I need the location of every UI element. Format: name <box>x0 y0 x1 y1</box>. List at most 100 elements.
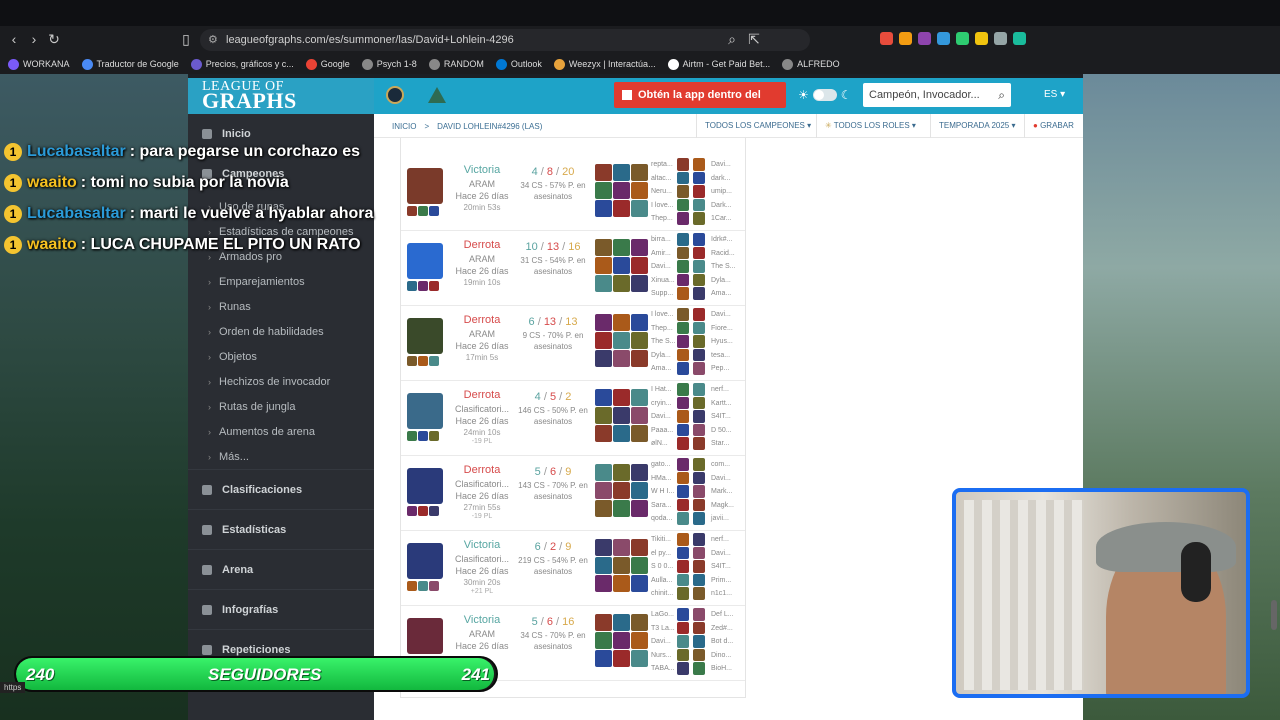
champion-icon[interactable] <box>693 171 705 185</box>
item-icon[interactable] <box>613 239 630 256</box>
extension-icon[interactable] <box>937 32 950 45</box>
player-name[interactable]: Mark... <box>711 485 745 499</box>
item-icon[interactable] <box>613 500 630 517</box>
player-name[interactable]: The S... <box>651 335 681 349</box>
item-icon[interactable] <box>631 539 648 556</box>
item-icon[interactable] <box>613 350 630 367</box>
sidebar-subitem[interactable]: › Más... <box>188 444 374 469</box>
player-name[interactable]: S4IT... <box>711 560 745 574</box>
champion-icon[interactable] <box>693 321 705 335</box>
player-name[interactable]: qoda... <box>651 512 681 526</box>
item-icon[interactable] <box>595 500 612 517</box>
champion-icon[interactable] <box>693 458 705 471</box>
match-row[interactable]: Derrota ARAM Hace 26 días 19min 10s 10 / 13 … <box>401 231 745 306</box>
champion-icon[interactable] <box>693 396 705 410</box>
champion-icon[interactable] <box>693 212 705 225</box>
champion-icon[interactable] <box>693 287 705 300</box>
item-icon[interactable] <box>595 350 612 367</box>
forward-icon[interactable]: › <box>24 31 44 47</box>
player-name[interactable]: Dyla... <box>651 349 681 363</box>
player-name[interactable]: Amir... <box>651 247 681 261</box>
item-icon[interactable] <box>613 200 630 217</box>
item-icon[interactable] <box>631 614 648 631</box>
sidebar-subitem[interactable]: › Runas <box>188 294 374 319</box>
bookmark-item[interactable]: WORKANA <box>8 58 70 70</box>
item-icon[interactable] <box>631 557 648 574</box>
player-name[interactable]: Pep... <box>711 362 745 376</box>
item-icon[interactable] <box>631 575 648 592</box>
site-logo[interactable]: LEAGUE OF GRAPHS <box>188 78 374 114</box>
get-app-button[interactable]: Obtén la app dentro del juego <box>614 82 786 127</box>
search-icon[interactable]: ⌕ <box>998 83 1005 107</box>
champion-icon[interactable] <box>693 273 705 287</box>
player-name[interactable]: Xinua... <box>651 274 681 288</box>
item-icon[interactable] <box>613 482 630 499</box>
player-name[interactable]: The S... <box>711 260 745 274</box>
player-name[interactable]: n1c1... <box>711 587 745 601</box>
item-icon[interactable] <box>631 500 648 517</box>
item-icon[interactable] <box>613 332 630 349</box>
player-name[interactable]: Davi... <box>651 410 681 424</box>
champion-icon[interactable] <box>693 348 705 362</box>
champion-portrait[interactable] <box>407 468 443 504</box>
player-name[interactable]: tesa... <box>711 349 745 363</box>
item-icon[interactable] <box>631 332 648 349</box>
bookmark-item[interactable]: ALFREDO <box>782 58 840 70</box>
player-name[interactable]: Tikiti... <box>651 533 681 547</box>
breadcrumb-home[interactable]: INICIO <box>392 122 416 131</box>
item-icon[interactable] <box>595 275 612 292</box>
match-row[interactable]: Victoria Clasificatori... Hace 26 días 30mi… <box>401 531 745 606</box>
extension-icon[interactable] <box>994 32 1007 45</box>
match-row[interactable]: Victoria ARAM Hace 26 días 20min 53s 4 / 8 /… <box>401 156 745 231</box>
player-name[interactable]: Sara... <box>651 499 681 513</box>
sidebar-subitem[interactable]: › Orden de habilidades <box>188 319 374 344</box>
item-icon[interactable] <box>595 332 612 349</box>
player-name[interactable]: BioH... <box>711 662 745 676</box>
champion-icon[interactable] <box>693 423 705 437</box>
champion-icon[interactable] <box>693 648 705 662</box>
item-icon[interactable] <box>631 407 648 424</box>
item-icon[interactable] <box>613 575 630 592</box>
reload-icon[interactable]: ↻ <box>44 31 64 48</box>
player-name[interactable]: altac... <box>651 172 681 186</box>
item-icon[interactable] <box>631 632 648 649</box>
player-name[interactable]: Davi... <box>711 308 745 322</box>
item-icon[interactable] <box>595 425 612 442</box>
record-button[interactable]: ● GRABAR <box>1024 114 1082 138</box>
item-icon[interactable] <box>613 257 630 274</box>
item-icon[interactable] <box>595 575 612 592</box>
champion-icon[interactable] <box>693 383 705 396</box>
item-icon[interactable] <box>631 275 648 292</box>
champion-icon[interactable] <box>693 308 705 321</box>
champion-portrait[interactable] <box>407 618 443 654</box>
item-icon[interactable] <box>595 407 612 424</box>
champion-icon[interactable] <box>693 485 705 498</box>
champion-icon[interactable] <box>693 410 705 423</box>
champion-icon[interactable] <box>693 621 705 635</box>
champion-icon[interactable] <box>693 498 705 512</box>
player-name[interactable]: Star... <box>711 437 745 451</box>
item-icon[interactable] <box>613 425 630 442</box>
item-icon[interactable] <box>613 614 630 631</box>
bookmark-item[interactable]: Airtm - Get Paid Bet... <box>667 58 770 70</box>
player-name[interactable]: Prim... <box>711 574 745 588</box>
extension-icon[interactable] <box>1013 32 1026 45</box>
item-icon[interactable] <box>595 257 612 274</box>
match-row[interactable]: Derrota Clasificatori... Hace 26 días 27min… <box>401 456 745 531</box>
item-icon[interactable] <box>631 239 648 256</box>
item-icon[interactable] <box>595 389 612 406</box>
item-icon[interactable] <box>613 389 630 406</box>
item-icon[interactable] <box>613 632 630 649</box>
champion-icon[interactable] <box>693 158 705 171</box>
player-name[interactable]: Fiore... <box>711 322 745 336</box>
player-name[interactable]: cryin... <box>651 397 681 411</box>
item-icon[interactable] <box>595 557 612 574</box>
player-name[interactable]: Supp... <box>651 287 681 301</box>
player-name[interactable]: umip... <box>711 185 745 199</box>
player-name[interactable]: Thep... <box>651 212 681 226</box>
sidebar-section-item[interactable]: Arena <box>188 549 374 589</box>
extension-icon[interactable] <box>899 32 912 45</box>
player-name[interactable]: Aulla... <box>651 574 681 588</box>
champion-portrait[interactable] <box>407 393 443 429</box>
share-icon[interactable]: ⇱ <box>744 31 764 48</box>
